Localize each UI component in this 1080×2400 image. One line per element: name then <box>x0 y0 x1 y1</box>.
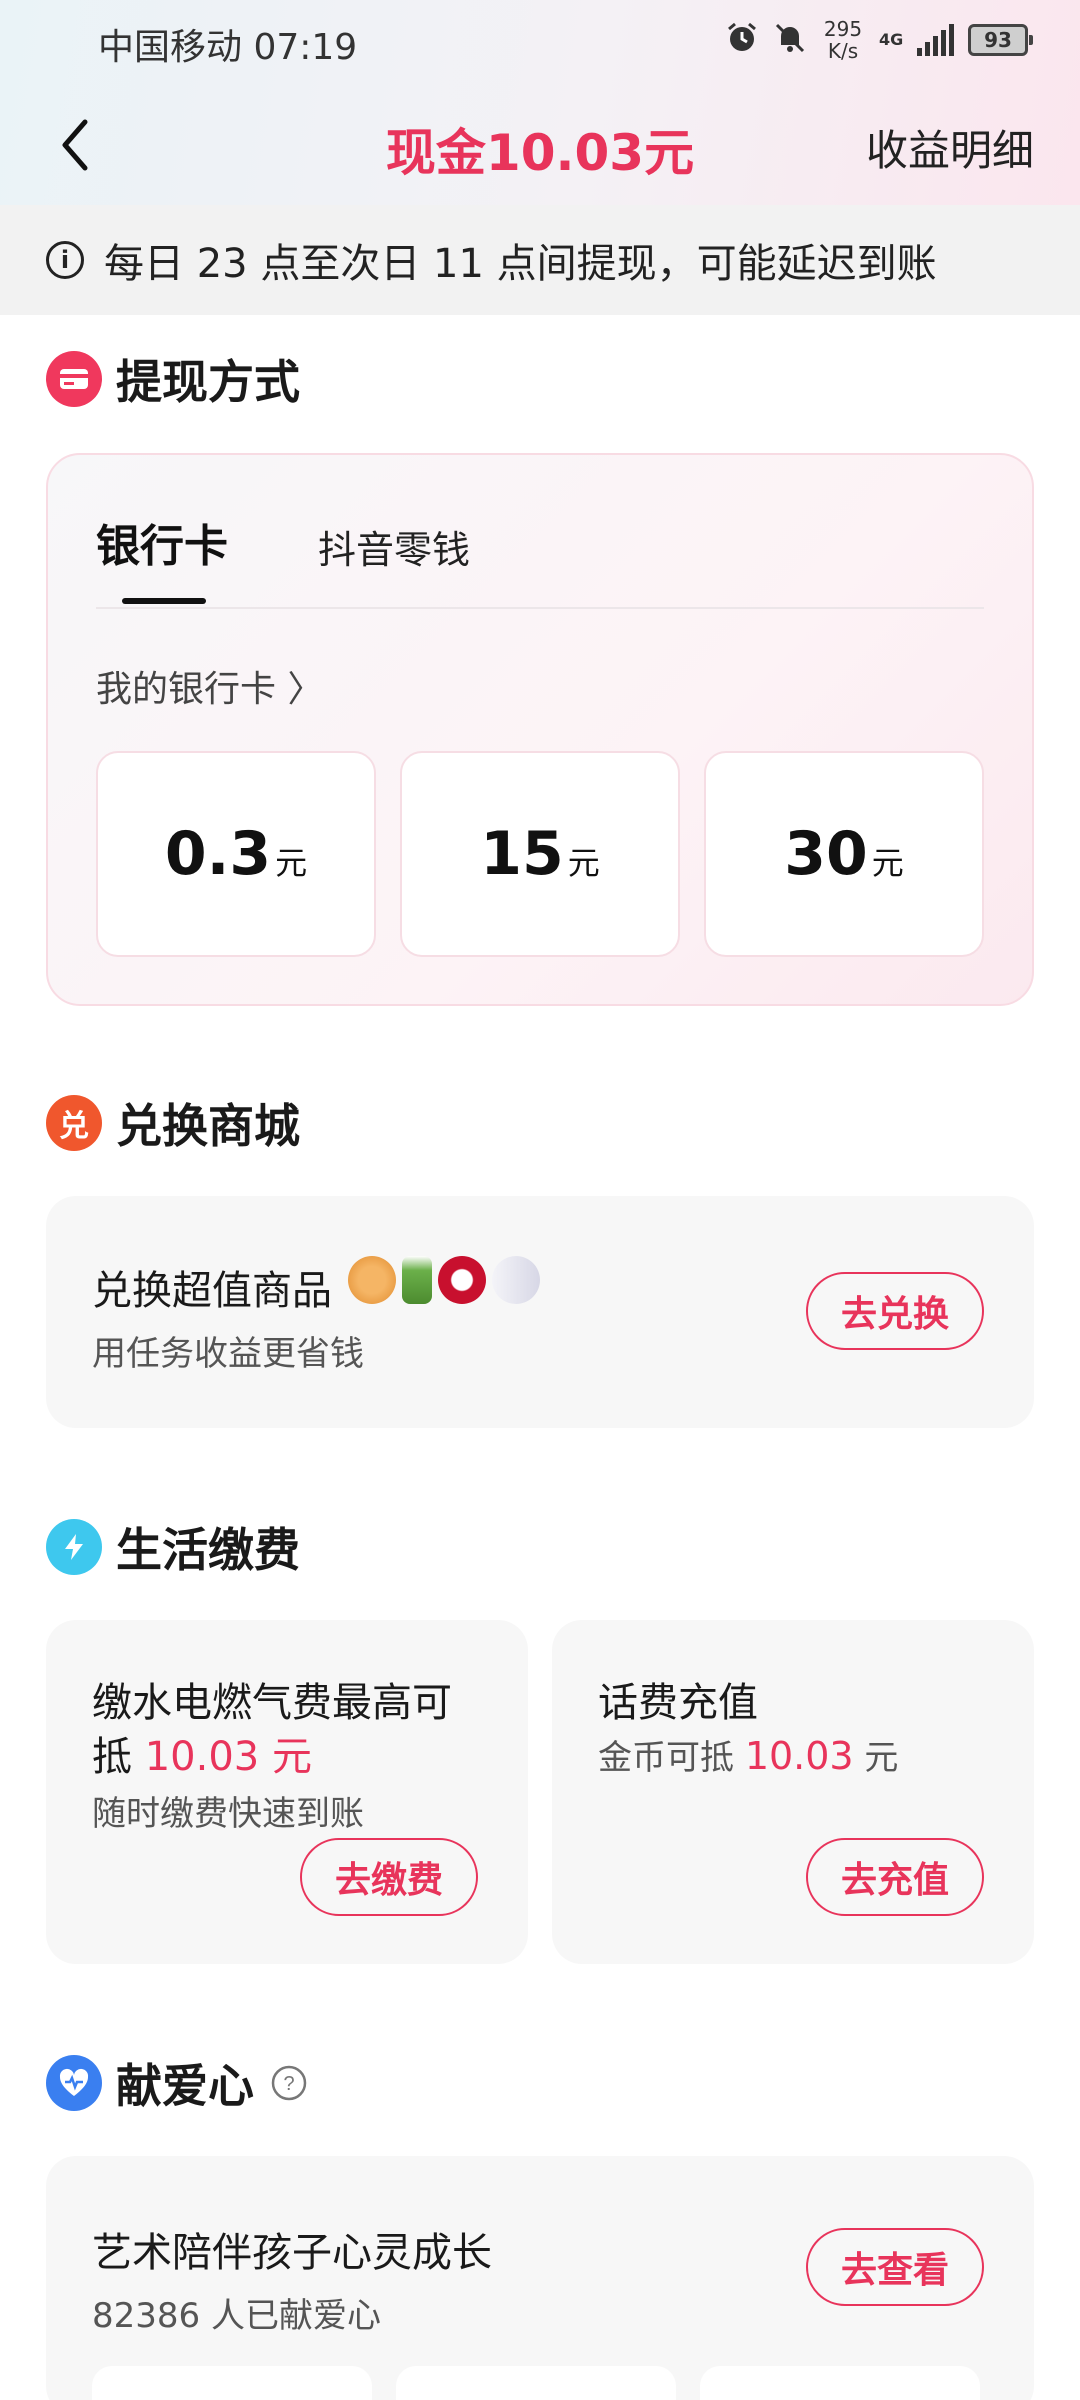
withdraw-card: 银行卡 抖音零钱 我的银行卡 〉 0.3 元 15 元 30 元 <box>46 453 1034 1006</box>
nav-bar: 现金10.03元 收益明细 <box>0 95 1080 195</box>
my-bank-card-link[interactable]: 我的银行卡 〉 <box>96 660 323 712</box>
tab-douyin-wallet[interactable]: 抖音零钱 <box>318 519 470 574</box>
heart-icon <box>46 2055 102 2111</box>
battery-icon: 93 <box>968 24 1033 56</box>
utility-title-line1: 缴水电燃气费最高可 <box>92 1680 452 1726</box>
phone-recharge-subtitle: 金币可抵 10.03 元 <box>598 1734 899 1778</box>
utility-subtitle: 随时缴费快速到账 <box>92 1794 364 1834</box>
charity-title: 艺术陪伴孩子心灵成长 <box>92 2230 492 2276</box>
amount-option[interactable]: 0.3 元 <box>96 751 376 957</box>
mute-bell-icon <box>773 21 807 60</box>
amount-options: 0.3 元 15 元 30 元 <box>96 751 984 957</box>
svg-text:?: ? <box>283 2073 294 2095</box>
withdraw-section-heading: 提现方式 <box>46 346 300 412</box>
net-speed: 295 K/s <box>823 17 863 63</box>
status-bar: 中国移动 07:19 295 K/s 4G 93 <box>0 0 1080 80</box>
phone-recharge-title: 话费充值 <box>598 1680 758 1726</box>
charity-subtitle: 82386 人已献爱心 <box>92 2296 381 2336</box>
card-icon <box>46 351 102 407</box>
network-type: 4G <box>879 30 904 49</box>
exchange-button[interactable]: 去兑换 <box>806 1272 984 1350</box>
product-thumb <box>492 1256 540 1304</box>
pay-utility-button[interactable]: 去缴费 <box>300 1838 478 1916</box>
alarm-icon <box>725 21 759 60</box>
product-thumb <box>348 1256 396 1304</box>
charity-option-placeholder <box>700 2366 980 2400</box>
exchange-icon: 兑 <box>46 1095 102 1151</box>
recharge-button[interactable]: 去充值 <box>806 1838 984 1916</box>
notice-text: 每日 23 点至次日 11 点间提现，可能延迟到账 <box>104 241 937 287</box>
utility-amount: 10.03 元 <box>144 1734 312 1780</box>
amount-option[interactable]: 30 元 <box>704 751 984 957</box>
utility-payment-card: 缴水电燃气费最高可 抵 10.03 元 随时缴费快速到账 去缴费 <box>46 1620 528 1964</box>
product-thumbnails <box>348 1256 540 1304</box>
active-tab-indicator <box>122 598 206 604</box>
withdraw-notice: i 每日 23 点至次日 11 点间提现，可能延迟到账 <box>0 205 1080 315</box>
charity-section-heading: 献爱心 ? <box>46 2050 308 2116</box>
carrier-time: 中国移动 07:19 <box>98 27 358 68</box>
charity-option-placeholder <box>396 2366 676 2400</box>
exchange-card: 兑换超值商品 用任务收益更省钱 去兑换 <box>46 1196 1034 1428</box>
tab-divider <box>96 607 984 609</box>
exchange-section-heading: 兑 兑换商城 <box>46 1090 300 1156</box>
charity-option-placeholder <box>92 2366 372 2400</box>
product-thumb <box>402 1256 432 1304</box>
charity-card: 艺术陪伴孩子心灵成长 82386 人已献爱心 去查看 <box>46 2156 1034 2400</box>
status-icons: 295 K/s 4G 93 <box>725 16 1033 64</box>
earnings-detail-link[interactable]: 收益明细 <box>866 117 1034 178</box>
exchange-subtitle: 用任务收益更省钱 <box>92 1334 364 1374</box>
tab-bank-card[interactable]: 银行卡 <box>96 510 228 574</box>
exchange-title: 兑换超值商品 <box>92 1268 332 1314</box>
lightning-icon <box>46 1519 102 1575</box>
view-charity-button[interactable]: 去查看 <box>806 2228 984 2306</box>
signal-icon <box>917 24 954 56</box>
product-thumb <box>438 1256 486 1304</box>
phone-recharge-card: 话费充值 金币可抵 10.03 元 去充值 <box>552 1620 1034 1964</box>
phone-recharge-amount: 10.03 <box>744 1734 854 1778</box>
withdraw-tabs: 银行卡 抖音零钱 <box>96 510 470 574</box>
info-icon: i <box>46 241 84 279</box>
help-icon[interactable]: ? <box>270 2064 308 2102</box>
utility-title-line2: 抵 10.03 元 <box>92 1734 312 1780</box>
amount-option[interactable]: 15 元 <box>400 751 680 957</box>
life-section-heading: 生活缴费 <box>46 1514 300 1580</box>
